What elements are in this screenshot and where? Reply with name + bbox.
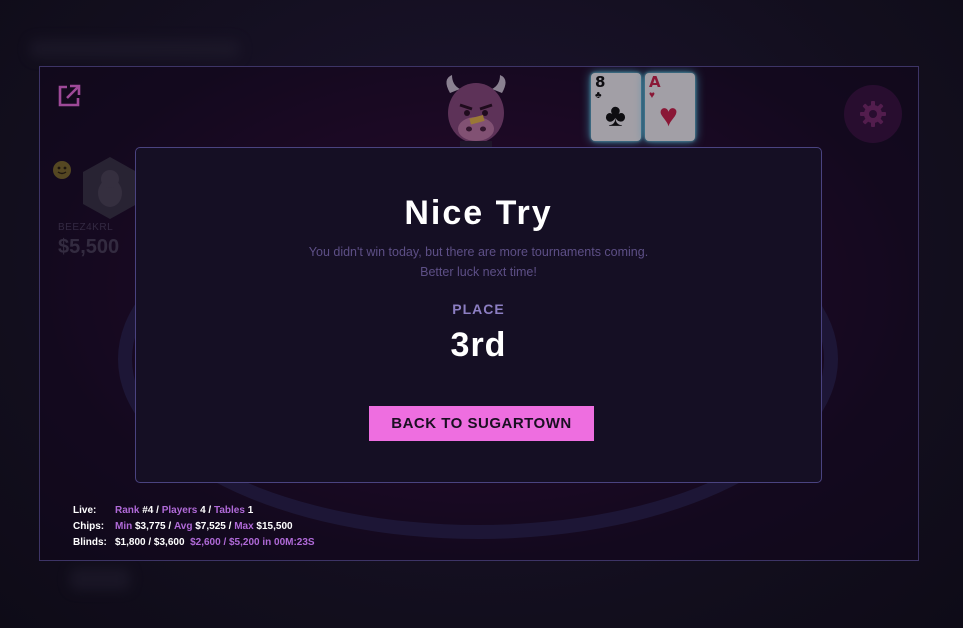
blinds-current: $1,800 / $3,600 [115, 537, 185, 548]
min-label: Min [115, 521, 133, 532]
avg-label: Avg [173, 521, 193, 532]
tables-label: Tables [213, 505, 245, 516]
modal-title: Nice Try [404, 194, 553, 232]
min-value: $3,775 [135, 521, 166, 532]
place-value: 3rd [450, 326, 507, 364]
stats-chips-row: Chips: Min $3,775 / Avg $7,525 / Max $15… [73, 519, 315, 535]
blurred-text-block [70, 568, 130, 590]
max-label: Max [234, 521, 254, 532]
modal-message: You didn't win today, but there are more… [136, 242, 821, 282]
stats-blinds-row: Blinds: $1,800 / $3,600 $2,600 / $5,200 … [73, 535, 315, 551]
rank-label: Rank [115, 505, 140, 516]
blurred-text-block [30, 40, 240, 58]
stats-blinds-label: Blinds: [73, 537, 107, 548]
rank-value: #4 [142, 505, 154, 516]
players-value: 4 [200, 505, 206, 516]
modal-message-line: Better luck next time! [420, 265, 537, 279]
tournament-stats: Live: Rank #4 / Players 4 / Tables 1 Chi… [73, 503, 315, 551]
players-label: Players [161, 505, 198, 516]
modal-message-line: You didn't win today, but there are more… [308, 245, 649, 259]
avg-value: $7,525 [195, 521, 226, 532]
result-modal: Nice Try You didn't win today, but there… [135, 147, 822, 483]
stats-live-row: Live: Rank #4 / Players 4 / Tables 1 [73, 503, 315, 519]
max-value: $15,500 [256, 521, 293, 532]
blinds-next: $2,600 / $5,200 in 00M:23S [190, 537, 315, 548]
stats-chips-label: Chips: [73, 521, 105, 532]
stats-live-label: Live: [73, 505, 97, 516]
place-label: PLACE [452, 301, 505, 317]
back-to-sugartown-button[interactable]: BACK TO SUGARTOWN [369, 406, 594, 441]
tables-value: 1 [247, 505, 254, 516]
